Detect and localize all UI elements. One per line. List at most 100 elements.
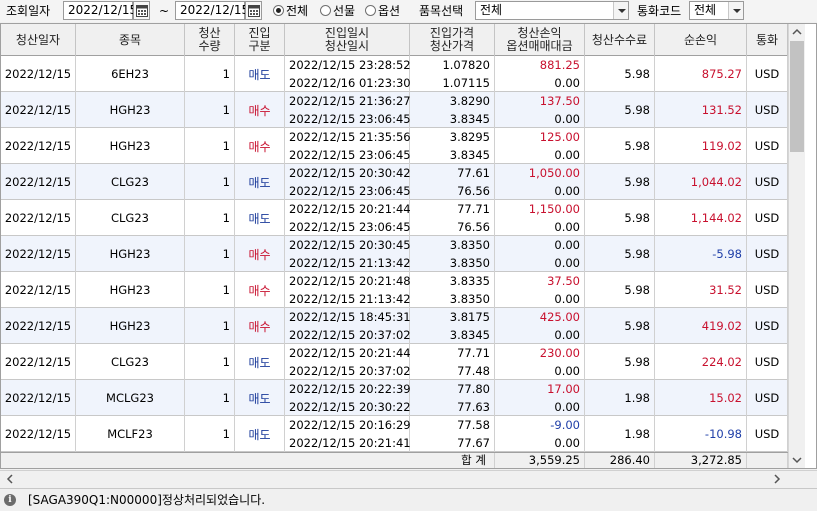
cell-qty: 1 bbox=[185, 164, 235, 200]
entry-price: 77.58 bbox=[457, 418, 490, 432]
total-fee: 286.40 bbox=[585, 453, 655, 468]
table-row[interactable]: 2022/12/15 HGH23 1 매수 2022/12/15 21:36:27 202… bbox=[1, 92, 788, 128]
cell-price: 3.8335 3.8350 bbox=[410, 272, 495, 308]
calendar-to-icon[interactable] bbox=[245, 1, 262, 20]
cell-symbol: HGH23 bbox=[76, 236, 185, 272]
date-from-input[interactable]: 2022/12/15 bbox=[63, 1, 137, 20]
col-symbol[interactable]: 종목 bbox=[76, 24, 185, 56]
cell-currency: USD bbox=[747, 308, 788, 344]
exit-time: 2022/12/15 20:30:22 bbox=[289, 400, 411, 414]
status-message: [SAGA390Q1:N00000]정상처리되었습니다. bbox=[28, 493, 266, 507]
radio-type-all[interactable] bbox=[273, 5, 284, 16]
chevron-down-icon[interactable] bbox=[728, 2, 743, 19]
table-row[interactable]: 2022/12/15 HGH23 1 매수 2022/12/15 20:21:48 202… bbox=[1, 272, 788, 308]
product-label: 품목선택 bbox=[419, 4, 464, 18]
cell-pnl: 125.00 0.00 bbox=[495, 128, 585, 164]
table-row[interactable]: 2022/12/15 HGH23 1 매수 2022/12/15 20:30:45 202… bbox=[1, 236, 788, 272]
cell-qty: 1 bbox=[185, 344, 235, 380]
col-net[interactable]: 순손익 bbox=[655, 24, 747, 56]
cell-price: 77.71 76.56 bbox=[410, 200, 495, 236]
settlement-grid: 청산일자 종목 청산 수량 진입 구분 진입일시 청산일시 진입가격 청산가격 청산손익… bbox=[0, 23, 817, 469]
cell-pnl: 230.00 0.00 bbox=[495, 344, 585, 380]
cell-symbol: MCLF23 bbox=[76, 416, 185, 452]
exit-time: 2022/12/15 20:37:02 bbox=[289, 328, 411, 342]
scroll-right-icon[interactable] bbox=[771, 473, 783, 485]
settle-pnl: 230.00 bbox=[539, 346, 580, 360]
cell-symbol: MCLG23 bbox=[76, 380, 185, 416]
exit-price: 77.67 bbox=[457, 436, 490, 450]
table-row[interactable]: 2022/12/15 CLG23 1 매도 2022/12/15 20:21:44 202… bbox=[1, 344, 788, 380]
entry-time: 2022/12/15 21:36:27 bbox=[289, 94, 411, 108]
entry-price: 77.71 bbox=[457, 202, 490, 216]
cell-net: 31.52 bbox=[655, 272, 747, 308]
col-side[interactable]: 진입 구분 bbox=[235, 24, 285, 56]
cell-datetime: 2022/12/15 18:45:31 2022/12/15 20:37:02 bbox=[285, 308, 411, 344]
info-icon: i bbox=[4, 494, 16, 506]
horizontal-scrollbar[interactable] bbox=[0, 470, 817, 487]
cell-datetime: 2022/12/15 20:30:45 2022/12/15 21:13:42 bbox=[285, 236, 411, 272]
calendar-from-icon[interactable] bbox=[133, 1, 150, 20]
cell-pnl: 37.50 0.00 bbox=[495, 272, 585, 308]
cell-symbol: HGH23 bbox=[76, 128, 185, 164]
scroll-down-icon[interactable] bbox=[789, 452, 805, 468]
col-datetime[interactable]: 진입일시 청산일시 bbox=[285, 24, 410, 56]
col-settle-date[interactable]: 청산일자 bbox=[1, 24, 76, 56]
cell-symbol: CLG23 bbox=[76, 200, 185, 236]
cell-side: 매도 bbox=[235, 200, 285, 236]
radio-type-options[interactable] bbox=[365, 5, 376, 16]
table-row[interactable]: 2022/12/15 HGH23 1 매수 2022/12/15 21:35:56 202… bbox=[1, 128, 788, 164]
cell-fee: 5.98 bbox=[585, 344, 655, 380]
vertical-scrollbar[interactable] bbox=[788, 24, 805, 468]
cell-qty: 1 bbox=[185, 128, 235, 164]
settle-pnl: -9.00 bbox=[550, 418, 580, 432]
option-amount: 0.00 bbox=[554, 292, 580, 306]
status-bar: i [SAGA390Q1:N00000]정상처리되었습니다. bbox=[0, 488, 817, 511]
col-fee[interactable]: 청산수수료 bbox=[585, 24, 655, 56]
cell-side: 매도 bbox=[235, 380, 285, 416]
option-amount: 0.00 bbox=[554, 256, 580, 270]
table-row[interactable]: 2022/12/15 MCLF23 1 매도 2022/12/15 20:16:29 20… bbox=[1, 416, 788, 452]
product-select[interactable]: 전체 bbox=[475, 1, 629, 20]
cell-pnl: 17.00 0.00 bbox=[495, 380, 585, 416]
table-row[interactable]: 2022/12/15 6EH23 1 매도 2022/12/15 23:28:52 202… bbox=[1, 56, 788, 92]
col-pnl[interactable]: 청산손익 옵션매매대금 bbox=[495, 24, 585, 56]
cell-settle-date: 2022/12/15 bbox=[1, 236, 76, 272]
table-row[interactable]: 2022/12/15 HGH23 1 매수 2022/12/15 18:45:31 202… bbox=[1, 308, 788, 344]
cell-currency: USD bbox=[747, 236, 788, 272]
cell-settle-date: 2022/12/15 bbox=[1, 308, 76, 344]
scroll-left-icon[interactable] bbox=[4, 473, 16, 485]
scroll-up-icon[interactable] bbox=[789, 24, 805, 40]
cell-net: 15.02 bbox=[655, 380, 747, 416]
col-qty[interactable]: 청산 수량 bbox=[185, 24, 235, 56]
cell-net: 1,044.02 bbox=[655, 164, 747, 200]
cell-price: 77.80 77.63 bbox=[410, 380, 495, 416]
cell-price: 1.07820 1.07115 bbox=[410, 56, 495, 92]
entry-price: 3.8350 bbox=[449, 238, 490, 252]
col-price[interactable]: 진입가격 청산가격 bbox=[410, 24, 495, 56]
scrollbar-thumb[interactable] bbox=[790, 41, 804, 152]
cell-symbol: CLG23 bbox=[76, 344, 185, 380]
exit-time: 2022/12/15 23:06:45 bbox=[289, 112, 411, 126]
currency-select[interactable]: 전체 bbox=[689, 1, 744, 20]
cell-symbol: HGH23 bbox=[76, 272, 185, 308]
cell-price: 3.8350 3.8350 bbox=[410, 236, 495, 272]
settle-pnl: 0.00 bbox=[554, 238, 580, 252]
settle-pnl: 125.00 bbox=[539, 130, 580, 144]
cell-currency: USD bbox=[747, 128, 788, 164]
table-row[interactable]: 2022/12/15 CLG23 1 매도 2022/12/15 20:30:42 202… bbox=[1, 164, 788, 200]
table-row[interactable]: 2022/12/15 MCLG23 1 매도 2022/12/15 20:22:39 20… bbox=[1, 380, 788, 416]
radio-type-futures[interactable] bbox=[320, 5, 331, 16]
date-to-input[interactable]: 2022/12/15 bbox=[175, 1, 249, 20]
total-net: 3,272.85 bbox=[655, 453, 747, 468]
cell-datetime: 2022/12/15 20:21:48 2022/12/15 21:13:42 bbox=[285, 272, 411, 308]
cell-qty: 1 bbox=[185, 92, 235, 128]
cell-qty: 1 bbox=[185, 236, 235, 272]
chevron-down-icon[interactable] bbox=[613, 2, 628, 19]
col-currency[interactable]: 통화 bbox=[747, 24, 788, 56]
exit-price: 76.56 bbox=[457, 184, 490, 198]
exit-price: 1.07115 bbox=[442, 76, 490, 90]
cell-pnl: 1,150.00 0.00 bbox=[495, 200, 585, 236]
entry-time: 2022/12/15 20:21:44 bbox=[289, 346, 411, 360]
table-row[interactable]: 2022/12/15 CLG23 1 매도 2022/12/15 20:21:44 202… bbox=[1, 200, 788, 236]
cell-net: 131.52 bbox=[655, 92, 747, 128]
